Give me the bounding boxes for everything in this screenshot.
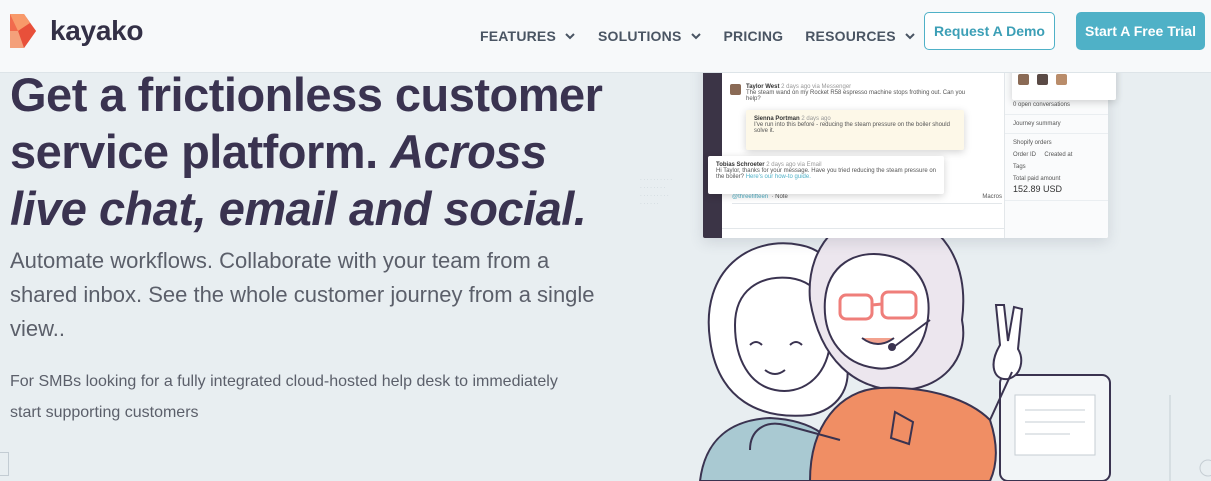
message-text: I've run into this before - reducing the… [754, 122, 950, 134]
chevron-down-icon [565, 33, 575, 40]
nav-resources-label: RESOURCES [805, 28, 896, 44]
mockup-sidebar [703, 58, 722, 238]
mockup-note-card: Sienna Portman 2 days ago I've run into … [746, 110, 964, 150]
mockup-message: Taylor West 2 days ago via Messenger The… [730, 84, 980, 102]
main-nav: FEATURES SOLUTIONS PRICING RESOURCES [480, 0, 938, 72]
start-free-trial-button[interactable]: Start A Free Trial [1076, 12, 1205, 50]
mockup-reply-card: Tobias Schroeter 2 days ago via Email Hi… [708, 156, 944, 194]
order-id-label: Order ID [1013, 152, 1037, 158]
chevron-down-icon [905, 33, 915, 40]
nav-features-label: FEATURES [480, 28, 557, 44]
mockup-reply-area [722, 228, 1004, 238]
tags-label: Tags [1013, 164, 1026, 170]
hero-note: For SMBs looking for a fully integrated … [10, 373, 558, 421]
mockup-reply-bar: @threefifteen · Note Macros [732, 194, 1002, 204]
kayako-logo-icon [10, 14, 36, 48]
total-paid-amount: 152.89 USD [1013, 184, 1063, 194]
avatar [730, 84, 741, 95]
request-demo-button[interactable]: Request A Demo [924, 12, 1055, 50]
hero-title: Get a frictionless customer service plat… [10, 66, 630, 237]
reply-tab: Note [775, 194, 788, 200]
hero-subtitle: Automate workflows. Collaborate with you… [10, 248, 595, 341]
chevron-down-icon [690, 33, 701, 40]
nav-pricing-label: PRICING [723, 28, 784, 44]
nav-pricing[interactable]: PRICING [724, 28, 784, 44]
shopify-orders-label: Shopify orders [1013, 140, 1052, 146]
avatar [1037, 74, 1048, 85]
reply-handle: @threefifteen [732, 194, 769, 200]
nav-solutions-label: SOLUTIONS [598, 28, 682, 44]
site-header: kayako FEATURES SOLUTIONS PRICING RESOUR… [0, 0, 1211, 73]
shopify-orders: Shopify orders Order ID Created at Tags … [1005, 134, 1108, 201]
avatar [1056, 74, 1067, 85]
nav-solutions[interactable]: SOLUTIONS [598, 28, 701, 44]
avatar [1018, 74, 1029, 85]
journey-summary: Journey summary [1005, 115, 1108, 134]
carousel-left-edge[interactable] [0, 452, 9, 476]
message-link: Here's our how-to guide. [745, 174, 811, 180]
nav-features[interactable]: FEATURES [480, 28, 576, 44]
total-paid-label: Total paid amount [1013, 176, 1061, 182]
brand-name: kayako [50, 15, 144, 46]
created-at-label: Created at [1044, 152, 1073, 158]
reply-channel: Macros [982, 194, 1002, 200]
message-text: The steam wand on my Rocket R58 espresso… [746, 90, 966, 102]
brand-logo[interactable]: kayako [10, 14, 143, 48]
nav-resources[interactable]: RESOURCES [805, 28, 915, 44]
